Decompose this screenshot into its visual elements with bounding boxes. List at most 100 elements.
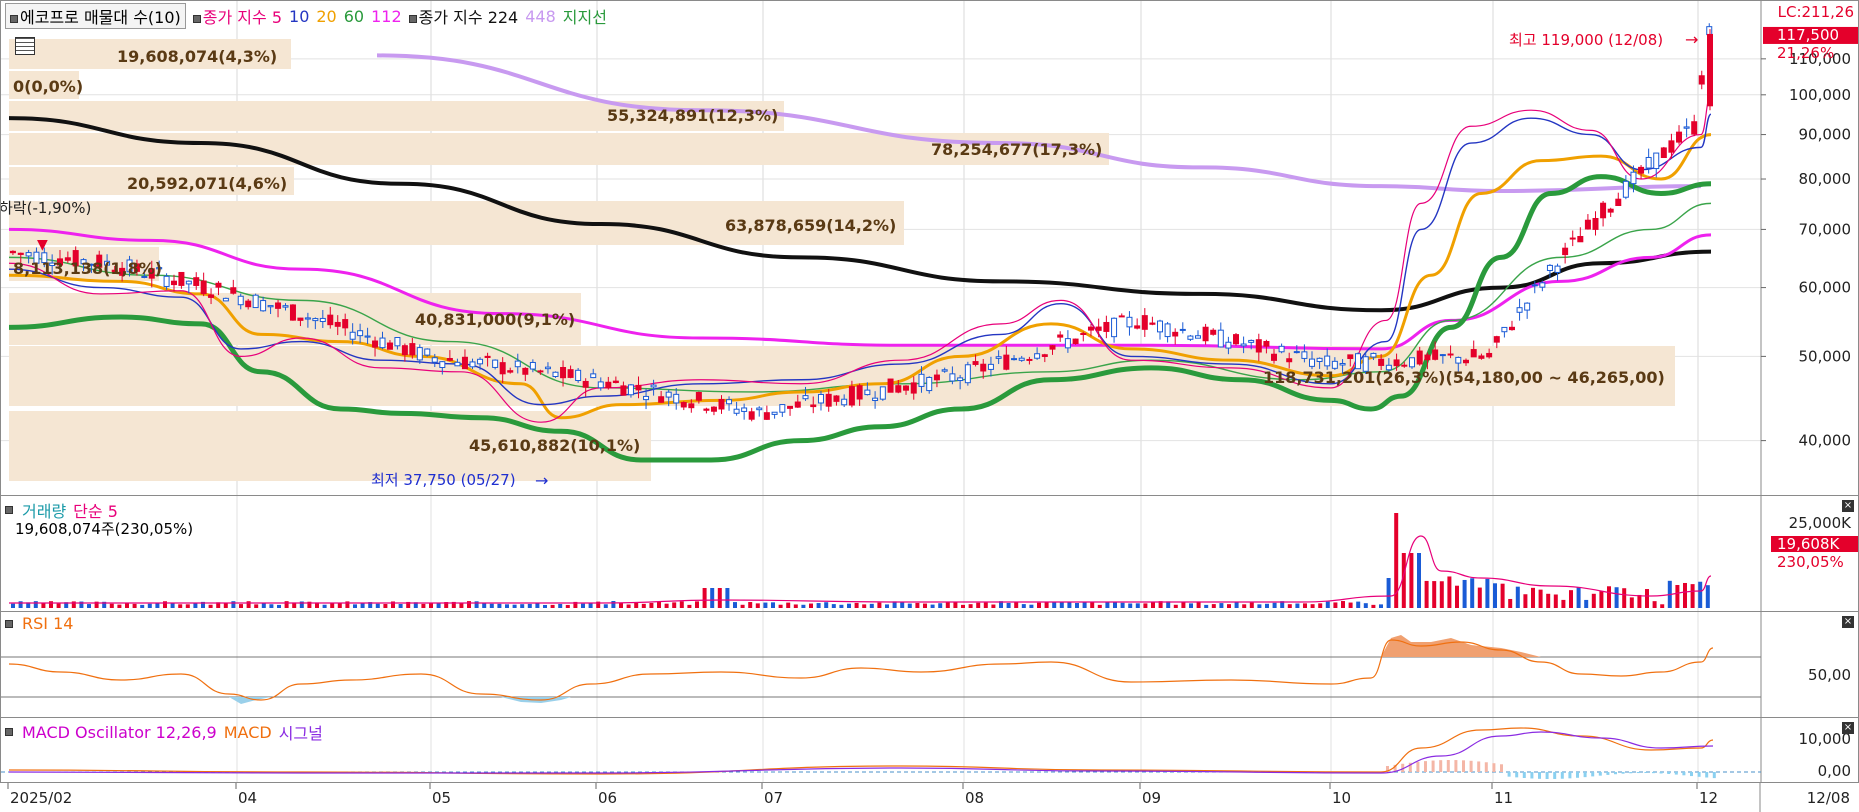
candle-body [1003, 354, 1010, 370]
volume-bar [923, 603, 927, 608]
macd-panel[interactable]: 10,000 0,00 MACD Oscillator 12,26,9 MACD … [0, 717, 1859, 783]
macd-histogram-bar [1477, 761, 1481, 772]
macd-histogram-bar [1598, 772, 1602, 776]
volume-bar [41, 603, 46, 608]
volume-chart-canvas[interactable]: 25,000K 19,608K230,05% [1, 496, 1859, 612]
candle-body [312, 318, 319, 322]
volume-bar [185, 604, 190, 608]
volume-bar [907, 603, 912, 608]
legend-ma224-group[interactable]: 종가 지수 224 [408, 4, 518, 28]
volume-bar [1371, 604, 1376, 608]
volume-bar [1249, 602, 1254, 608]
price-chart-canvas[interactable]: 19,608,074(4,3%) 0(0,0%) 55,324,891(12,3%)… [1, 1, 1859, 496]
volume-bar [877, 602, 882, 608]
candle-body [1370, 352, 1377, 358]
volume-bar [558, 603, 563, 608]
volume-bar [1538, 589, 1543, 608]
candle-body [1064, 338, 1071, 349]
chart-title: 에코프로 매물대 수(10) [20, 8, 181, 27]
supply-box-label: 40,831,000(9,1%) [415, 310, 575, 329]
candle-body [1577, 235, 1584, 243]
volume-panel[interactable]: 25,000K 19,608K 230,05% 거래량 단순 5 19,608,07… [0, 495, 1859, 612]
chart-title-box[interactable]: 에코프로 매물대 수(10) [5, 3, 186, 29]
macd-title: MACD Oscillator 12,26,9 [22, 722, 217, 742]
volume-bar [1097, 604, 1102, 608]
cursor-date-label: 12/08 [1807, 789, 1850, 807]
volume-bar [847, 603, 851, 608]
calendar-icon[interactable] [15, 37, 35, 55]
volume-bar [778, 604, 783, 608]
volume-bar [1698, 581, 1703, 608]
candle-body [1164, 323, 1171, 338]
volume-bar [1325, 601, 1330, 608]
y-tick-label: 60,000 [1799, 279, 1852, 297]
price-panel[interactable]: 19,608,074(4,3%) 0(0,0%) 55,324,891(12,3%)… [0, 0, 1859, 496]
volume-bar [1333, 602, 1338, 608]
candle-body [1508, 326, 1515, 331]
candle-body [1600, 202, 1607, 219]
volume-bar [679, 601, 684, 608]
rsi-panel[interactable]: 50,00 RSI 14 × [0, 611, 1859, 718]
macd-histogram-bar [1712, 772, 1716, 779]
x-tick-label: 10 [1332, 789, 1351, 807]
macd-histogram-bar [1652, 772, 1655, 774]
candle-body [1072, 338, 1079, 345]
volume-bar [581, 603, 585, 608]
candle-body [507, 370, 514, 373]
volume-bar [1211, 604, 1216, 608]
candle-body [1691, 121, 1698, 135]
candle-body [1255, 339, 1262, 353]
volume-bar [831, 604, 836, 608]
volume-bar [710, 588, 715, 608]
volume-bar [512, 604, 517, 608]
candle-body [833, 395, 840, 402]
volume-bar [1455, 585, 1459, 608]
close-icon[interactable]: × [1842, 616, 1854, 628]
candle-body [695, 391, 702, 401]
volume-bar [1622, 588, 1627, 608]
rsi-chart-canvas[interactable]: 50,00 [1, 612, 1859, 718]
arrow-down-icon: ▼ [37, 237, 48, 253]
volume-bar [945, 602, 950, 608]
candle-body [1103, 321, 1110, 332]
volume-y-tick: 25,000K [1789, 514, 1852, 532]
candle-body [260, 300, 267, 312]
candle-body [499, 362, 506, 375]
price-legend: 에코프로 매물대 수(10) 종가 지수 5 10 20 60 112 종가 지… [5, 3, 607, 29]
candle-body [1225, 341, 1232, 349]
candle-body [918, 373, 925, 387]
volume-bar [1705, 585, 1710, 608]
volume-bar [1265, 603, 1269, 608]
volume-bar [1303, 603, 1307, 608]
close-icon[interactable]: × [1842, 722, 1854, 734]
y-tick-label: 80,000 [1799, 170, 1852, 188]
volume-bar [56, 603, 61, 608]
candle-body [1660, 147, 1667, 159]
candle-body [439, 361, 446, 368]
volume-bar [1584, 599, 1589, 608]
candle-body [1134, 325, 1141, 329]
volume-bar [1151, 602, 1155, 608]
supply-box-label: 19,608,074(4,3%) [117, 47, 277, 66]
candle-body [1486, 352, 1493, 358]
candle-body [1653, 152, 1660, 170]
supply-box-label: 63,878,659(14,2%) [725, 216, 896, 235]
candle-body [401, 345, 408, 356]
macd-histogram-bar [1553, 772, 1557, 779]
candle-body [409, 343, 416, 356]
candle-body [1293, 351, 1300, 354]
candle-body [1569, 237, 1576, 240]
volume-bar [1660, 604, 1665, 608]
close-icon[interactable]: × [1842, 500, 1854, 512]
candle-body [1424, 354, 1431, 361]
candle-body [1217, 329, 1224, 348]
candle-body [222, 297, 229, 302]
macd-histogram-bar [1507, 772, 1511, 777]
candle-body [872, 397, 879, 401]
legend-square-icon [5, 728, 13, 736]
volume-bar [11, 603, 15, 608]
candle-body [1286, 358, 1293, 363]
legend-ma-group[interactable]: 종가 지수 5 [192, 4, 282, 28]
volume-bar [1189, 603, 1193, 608]
candle-body [1233, 334, 1239, 345]
